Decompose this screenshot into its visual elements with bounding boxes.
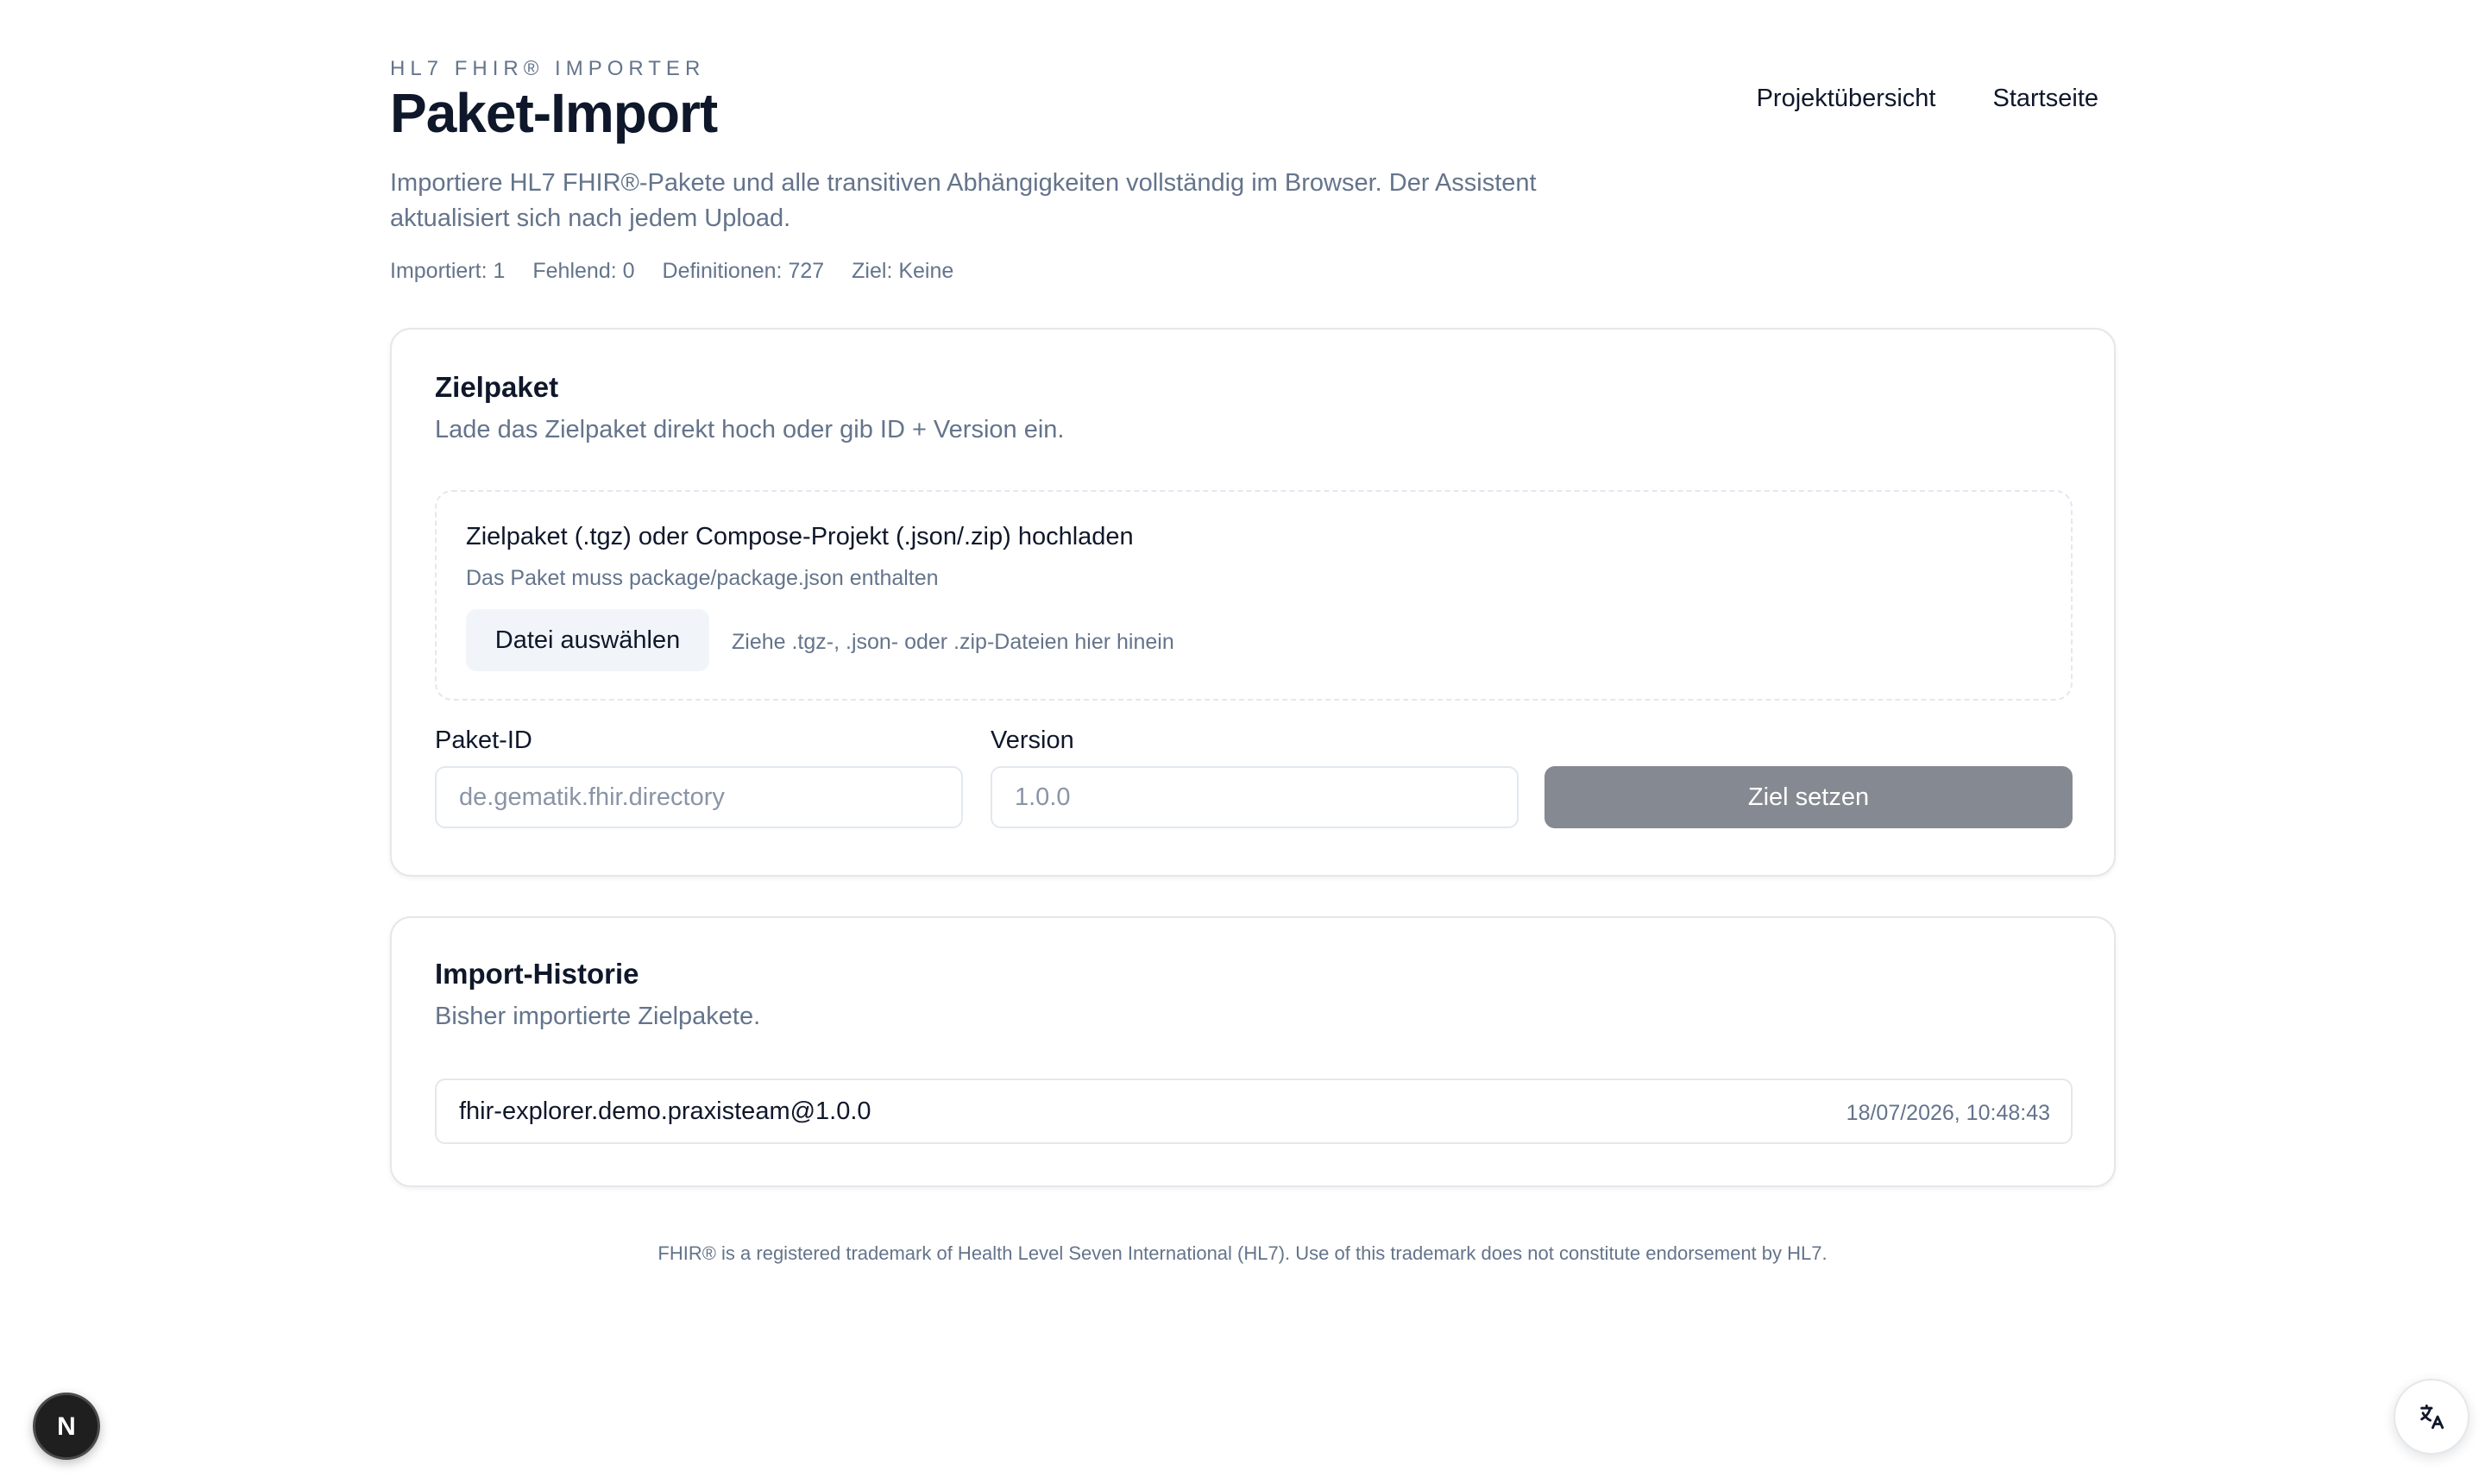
page-title: Paket-Import [390, 82, 718, 144]
version-label: Version [991, 726, 1074, 754]
target-package-card: Zielpaket Lade das Zielpaket direkt hoch… [390, 328, 2116, 877]
package-id-input[interactable] [435, 766, 963, 828]
page: HL7 FHIR® IMPORTER Paket-Import Projektü… [0, 0, 2485, 1484]
translate-icon[interactable] [2394, 1379, 2469, 1455]
package-id-label: Paket-ID [435, 726, 532, 754]
top-nav: Projektübersicht Startseite [1757, 85, 2098, 113]
choose-file-button[interactable]: Datei auswählen [466, 609, 709, 671]
stat-target: Ziel: Keine [852, 259, 954, 283]
page-intro: Importiere HL7 FHIR®-Pakete und alle tra… [390, 169, 1537, 232]
stat-definitions: Definitionen: 727 [662, 259, 825, 283]
dropzone-hint: Das Paket muss package/package.json enth… [466, 566, 939, 590]
history-row[interactable]: fhir-explorer.demo.praxisteam@1.0.0 18/0… [435, 1078, 2073, 1144]
upload-dropzone[interactable]: Zielpaket (.tgz) oder Compose-Projekt (.… [435, 490, 2073, 701]
dropzone-title: Zielpaket (.tgz) oder Compose-Projekt (.… [466, 523, 1134, 550]
import-history-card: Import-Historie Bisher importierte Zielp… [390, 916, 2116, 1187]
stat-imported: Importiert: 1 [390, 259, 506, 283]
next-badge-letter: N [57, 1412, 76, 1441]
target-card-subtitle: Lade das Zielpaket direkt hoch oder gib … [435, 416, 1065, 443]
page-eyebrow: HL7 FHIR® IMPORTER [390, 57, 706, 80]
nav-link-home[interactable]: Startseite [1993, 85, 2099, 113]
dropzone-drop-text: Ziehe .tgz-, .json- oder .zip-Dateien hi… [732, 630, 1174, 654]
history-card-title: Import-Historie [435, 958, 639, 990]
history-card-subtitle: Bisher importierte Zielpakete. [435, 1003, 761, 1030]
target-card-title: Zielpaket [435, 371, 559, 403]
stat-missing: Fehlend: 0 [532, 259, 635, 283]
nav-link-project-overview[interactable]: Projektübersicht [1757, 85, 1936, 113]
set-target-button[interactable]: Ziel setzen [1544, 766, 2073, 828]
version-input[interactable] [991, 766, 1519, 828]
nextjs-logo-icon[interactable]: N [33, 1393, 100, 1460]
import-stats: Importiert: 1 Fehlend: 0 Definitionen: 7… [390, 259, 953, 284]
trademark-footer: FHIR® is a registered trademark of Healt… [657, 1242, 1828, 1264]
history-package-name: fhir-explorer.demo.praxisteam@1.0.0 [459, 1097, 871, 1125]
history-timestamp: 18/07/2026, 10:48:43 [1846, 1101, 2050, 1125]
